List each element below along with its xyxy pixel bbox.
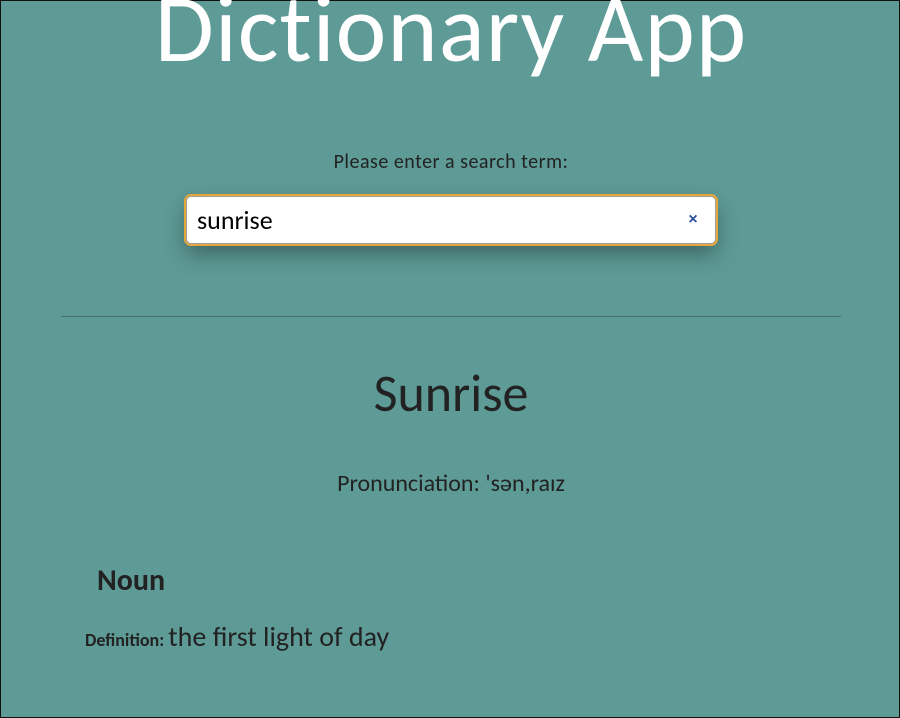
divider	[61, 316, 841, 317]
close-icon: ×	[688, 211, 697, 229]
definition-label: Definition:	[85, 629, 168, 651]
result-word: Sunrise	[41, 361, 861, 425]
pronunciation-label: Pronunciation:	[337, 469, 485, 498]
result-pronunciation: Pronunciation: 'sən,raɪz	[41, 469, 861, 498]
app-title: Dictionary App	[41, 0, 861, 62]
app-root: Dictionary App Please enter a search ter…	[1, 0, 900, 713]
part-of-speech: Noun	[97, 562, 861, 599]
definition-row: Definition: the first light of day	[85, 619, 861, 654]
search-input-row: ×	[186, 196, 716, 244]
pronunciation-value: 'sən,raɪz	[485, 469, 565, 498]
definition-text: the first light of day	[168, 619, 389, 654]
search-input[interactable]	[186, 196, 716, 244]
search-area: Please enter a search term: ×	[41, 150, 861, 244]
search-label: Please enter a search term:	[41, 150, 861, 174]
clear-input-button[interactable]: ×	[684, 211, 702, 229]
